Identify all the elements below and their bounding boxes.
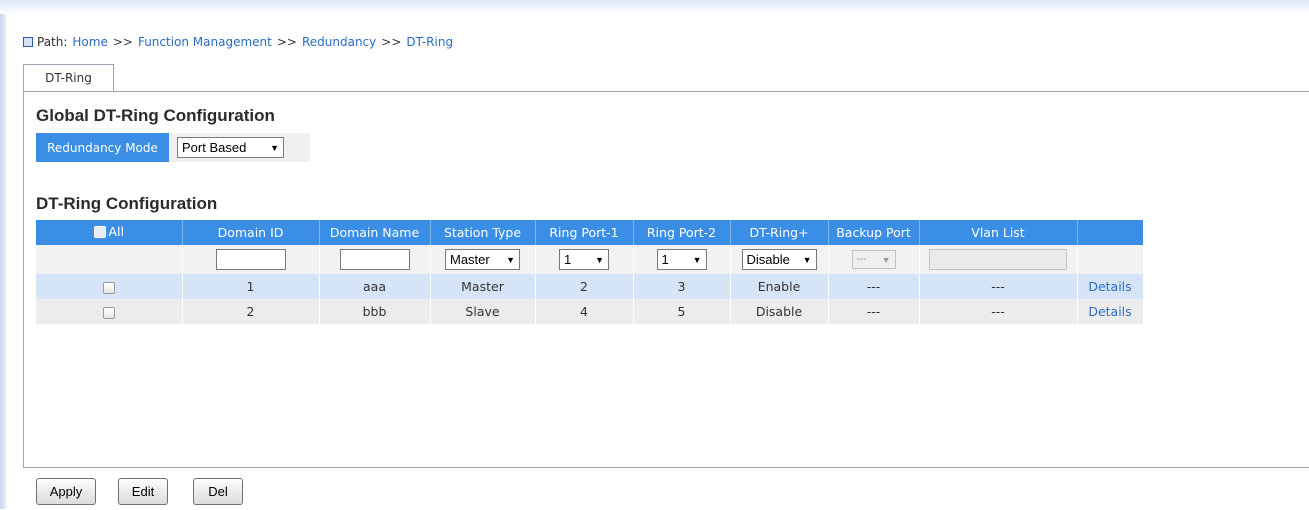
input-row-ring-port-1-cell: 1 ▼: [535, 245, 634, 274]
cell-dt-ring-plus: Enable: [730, 274, 829, 299]
global-config-title: Global DT-Ring Configuration: [36, 106, 275, 125]
input-row-checkbox-cell: [36, 245, 183, 274]
dt-ring-plus-select[interactable]: Disable ▼: [741, 249, 817, 270]
row-checkbox-cell: [36, 299, 183, 324]
input-row-domain-id-cell: [182, 245, 320, 274]
redundancy-mode-row: Redundancy Mode Port Based ▼: [36, 133, 310, 162]
col-all: All: [36, 220, 183, 245]
row-checkbox[interactable]: [102, 281, 115, 294]
table-row: 1 aaa Master 2 3 Enable --- --- Details: [36, 274, 1144, 299]
path-square-icon: [23, 37, 33, 47]
cell-dt-ring-plus: Disable: [730, 299, 829, 324]
cell-domain-name: aaa: [319, 274, 431, 299]
col-dt-ring-plus: DT-Ring+: [730, 220, 829, 245]
del-button[interactable]: Del: [193, 478, 243, 505]
cell-station-type: Slave: [430, 299, 536, 324]
cell-domain-name: bbb: [319, 299, 431, 324]
details-link[interactable]: Details: [1088, 304, 1131, 319]
input-row-action-cell: [1077, 245, 1144, 274]
station-type-select[interactable]: Master ▼: [445, 249, 520, 270]
redundancy-mode-label: Redundancy Mode: [36, 133, 169, 162]
col-station-type: Station Type: [430, 220, 536, 245]
table-row: 2 bbb Slave 4 5 Disable --- --- Details: [36, 299, 1144, 324]
domain-id-input[interactable]: [215, 249, 286, 270]
apply-button[interactable]: Apply: [36, 478, 96, 505]
table-header-row: All Domain ID Domain Name Station Type R…: [36, 220, 1143, 245]
input-row-dt-ring-plus-cell: Disable ▼: [730, 245, 829, 274]
col-domain-name: Domain Name: [319, 220, 431, 245]
backup-port-select[interactable]: --- ▼: [851, 250, 896, 269]
redundancy-mode-cell: Port Based ▼: [169, 133, 310, 162]
cell-vlan-list: ---: [919, 299, 1078, 324]
col-actions: [1077, 220, 1143, 245]
input-row-backup-port-cell: --- ▼: [828, 245, 920, 274]
row-checkbox[interactable]: [102, 306, 115, 319]
edit-button[interactable]: Edit: [118, 478, 168, 505]
backup-port-value: ---: [856, 254, 867, 265]
details-link[interactable]: Details: [1088, 279, 1131, 294]
input-row-domain-name-cell: [319, 245, 431, 274]
cell-action: Details: [1077, 299, 1144, 324]
dropdown-arrow-icon: ▼: [595, 254, 604, 265]
breadcrumb-dt-ring[interactable]: DT-Ring: [406, 35, 453, 49]
select-all-checkbox[interactable]: [93, 225, 106, 238]
cell-action: Details: [1077, 274, 1144, 299]
input-row-vlan-list-cell: [919, 245, 1078, 274]
input-row: Master ▼ 1 ▼ 1 ▼ Disable ▼ --- ▼: [36, 245, 1144, 274]
breadcrumb: Path: Home >> Function Management >> Red…: [23, 33, 453, 51]
col-domain-id: Domain ID: [182, 220, 320, 245]
dropdown-arrow-icon: ▼: [506, 254, 515, 265]
cell-ring-port-2: 3: [633, 274, 731, 299]
ring-port-1-value: 1: [564, 252, 572, 267]
dropdown-arrow-icon: ▼: [881, 254, 891, 265]
breadcrumb-separator: >>: [112, 35, 133, 49]
left-gradient-bar: [0, 14, 6, 509]
cell-ring-port-2: 5: [633, 299, 731, 324]
input-row-station-type-cell: Master ▼: [430, 245, 536, 274]
breadcrumb-separator: >>: [381, 35, 402, 49]
col-ring-port-2: Ring Port-2: [633, 220, 731, 245]
cell-ring-port-1: 4: [535, 299, 634, 324]
breadcrumb-home[interactable]: Home: [72, 35, 107, 49]
ring-port-2-value: 1: [661, 252, 669, 267]
content-left-border: [23, 91, 24, 467]
dropdown-arrow-icon: ▼: [270, 142, 279, 153]
redundancy-mode-value: Port Based: [182, 140, 247, 155]
dt-ring-plus-value: Disable: [746, 252, 790, 267]
cell-station-type: Master: [430, 274, 536, 299]
cell-vlan-list: ---: [919, 274, 1078, 299]
breadcrumb-separator: >>: [276, 35, 297, 49]
cell-backup-port: ---: [828, 274, 920, 299]
tab-dt-ring[interactable]: DT-Ring: [23, 64, 114, 91]
col-all-label: All: [108, 224, 125, 240]
dropdown-arrow-icon: ▼: [802, 254, 812, 265]
col-backup-port: Backup Port: [828, 220, 920, 245]
cell-domain-id: 2: [182, 299, 320, 324]
ring-port-1-select[interactable]: 1 ▼: [559, 249, 609, 270]
input-row-ring-port-2-cell: 1 ▼: [633, 245, 731, 274]
breadcrumb-redundancy[interactable]: Redundancy: [302, 35, 376, 49]
cell-domain-id: 1: [182, 274, 320, 299]
station-type-value: Master: [450, 252, 490, 267]
top-gradient-bar: [0, 0, 1309, 14]
dropdown-arrow-icon: ▼: [692, 254, 702, 265]
tab-divider: [23, 91, 1309, 92]
col-vlan-list: Vlan List: [919, 220, 1078, 245]
ring-port-2-select[interactable]: 1 ▼: [656, 249, 707, 270]
cell-backup-port: ---: [828, 299, 920, 324]
dt-ring-config-title: DT-Ring Configuration: [36, 194, 218, 213]
redundancy-mode-select[interactable]: Port Based ▼: [177, 137, 284, 158]
col-ring-port-1: Ring Port-1: [535, 220, 634, 245]
cell-ring-port-1: 2: [535, 274, 634, 299]
path-label: Path:: [37, 35, 68, 49]
breadcrumb-function-management[interactable]: Function Management: [138, 35, 272, 49]
dt-ring-table: All Domain ID Domain Name Station Type R…: [36, 220, 1144, 324]
vlan-list-input[interactable]: [929, 249, 1067, 270]
domain-name-input[interactable]: [339, 249, 410, 270]
row-checkbox-cell: [36, 274, 183, 299]
